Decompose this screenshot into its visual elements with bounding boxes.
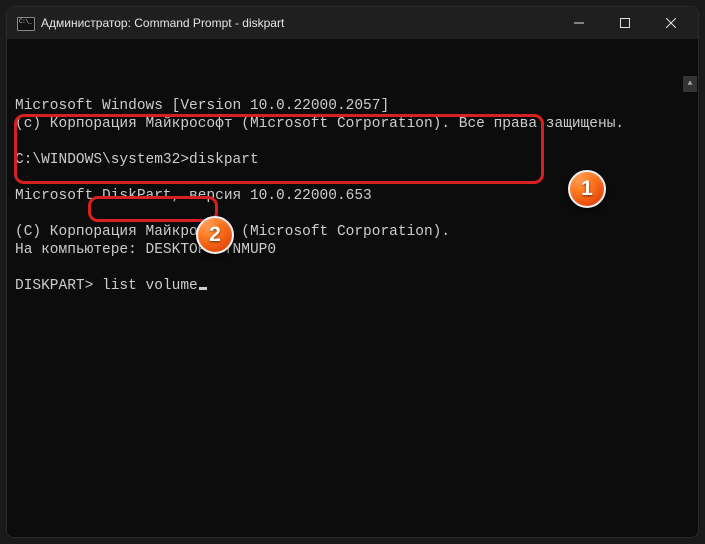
cursor-icon [199,287,207,290]
console-line: Microsoft DiskPart, версия 10.0.22000.65… [15,188,372,204]
maximize-button[interactable] [602,7,648,39]
command-prompt-window: Администратор: Command Prompt - diskpart… [6,6,699,538]
console-line: (c) Корпорация Майкрософт (Microsoft Cor… [15,116,624,132]
console-prompt: C:\WINDOWS\system32> [15,152,189,168]
console-line: На компьютере: DESKTOP-VTNMUP0 [15,242,276,258]
minimize-button[interactable] [556,7,602,39]
diskpart-input[interactable]: list volume [102,278,198,294]
diskpart-prompt: DISKPART> [15,278,102,294]
console-line: Microsoft Windows [Version 10.0.22000.20… [15,98,389,114]
console-command: diskpart [189,152,259,168]
titlebar[interactable]: Администратор: Command Prompt - diskpart [7,7,698,39]
console-area[interactable]: Microsoft Windows [Version 10.0.22000.20… [7,39,698,537]
cmd-icon [17,16,33,30]
window-title: Администратор: Command Prompt - diskpart [41,16,556,30]
scrollbar[interactable]: ▲ [683,40,697,538]
console-line: (C) Корпорация Майкрософт (Microsoft Cor… [15,224,450,240]
scroll-up-icon[interactable]: ▲ [683,76,697,92]
close-button[interactable] [648,7,694,39]
